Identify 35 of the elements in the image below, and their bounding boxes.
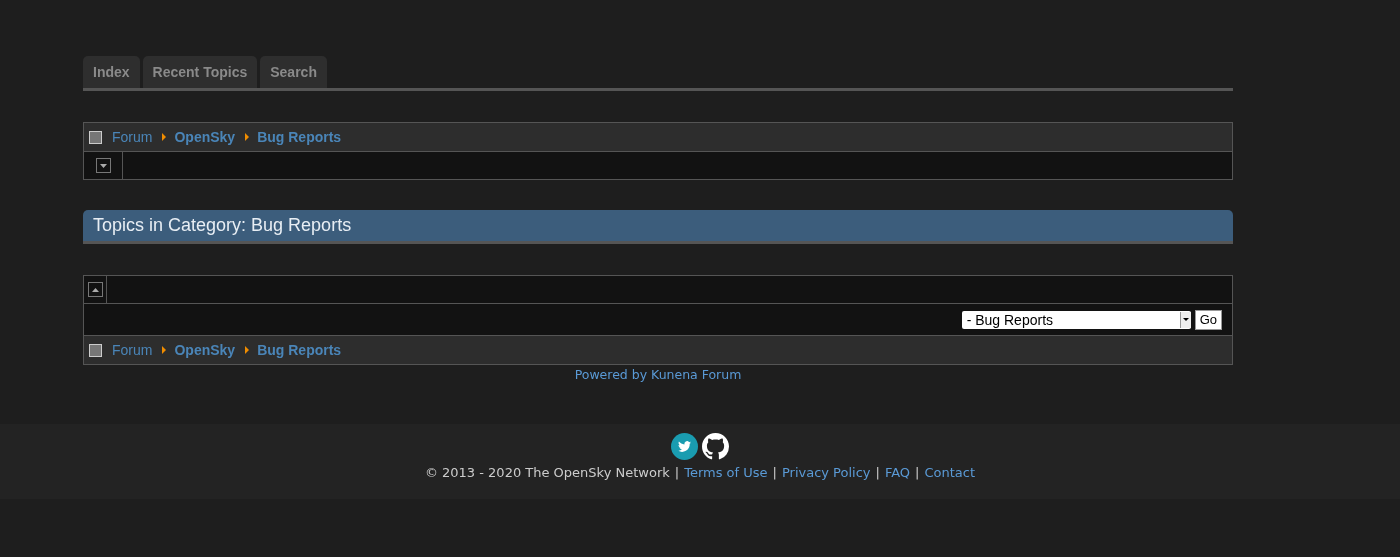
breadcrumb-link[interactable]: Forum xyxy=(112,129,153,145)
section-title: Topics in Category: Bug Reports xyxy=(93,215,352,236)
category-select[interactable]: - Bug Reports xyxy=(961,310,1191,329)
bird-icon[interactable] xyxy=(671,433,698,460)
nav-tab[interactable]: Recent Topics xyxy=(142,56,258,88)
breadcrumb-link[interactable]: OpenSky xyxy=(174,342,236,358)
home-icon xyxy=(89,343,102,357)
breadcrumb-link[interactable]: OpenSky xyxy=(174,129,236,145)
footer-link[interactable]: Privacy Policy xyxy=(781,465,871,480)
home-icon xyxy=(89,130,102,144)
powered-by-link[interactable]: Powered by Kunena Forum xyxy=(574,367,742,382)
triangle-icon xyxy=(162,346,167,354)
breadcrumb-link[interactable]: Bug Reports xyxy=(257,129,342,145)
triangle-icon xyxy=(245,133,250,141)
cat-icon[interactable] xyxy=(702,433,729,460)
footer-link[interactable]: Terms of Use xyxy=(684,465,768,480)
triangle-icon xyxy=(162,133,167,141)
footer-link[interactable]: FAQ xyxy=(884,465,911,480)
caret-icon xyxy=(91,287,99,292)
caret-icon xyxy=(99,163,107,168)
go-button[interactable]: Go xyxy=(1194,309,1222,330)
separator-text: | xyxy=(875,465,880,480)
separator-text: | xyxy=(674,465,680,480)
separator-text: | xyxy=(915,465,920,480)
collapse-toggle[interactable] xyxy=(87,282,103,297)
breadcrumb-link[interactable]: Forum xyxy=(112,342,153,358)
triangle-icon xyxy=(245,346,250,354)
nav-tab[interactable]: Index xyxy=(83,56,140,88)
nav-tab[interactable]: Search xyxy=(260,56,327,88)
caret-icon xyxy=(1182,318,1189,321)
footer-link[interactable]: Contact xyxy=(924,465,976,480)
expand-toggle[interactable] xyxy=(95,158,111,173)
separator-text: | xyxy=(772,465,777,480)
breadcrumb-link[interactable]: Bug Reports xyxy=(257,342,342,358)
copyright-text: © 2013 - 2020 The OpenSky Network xyxy=(424,465,670,480)
